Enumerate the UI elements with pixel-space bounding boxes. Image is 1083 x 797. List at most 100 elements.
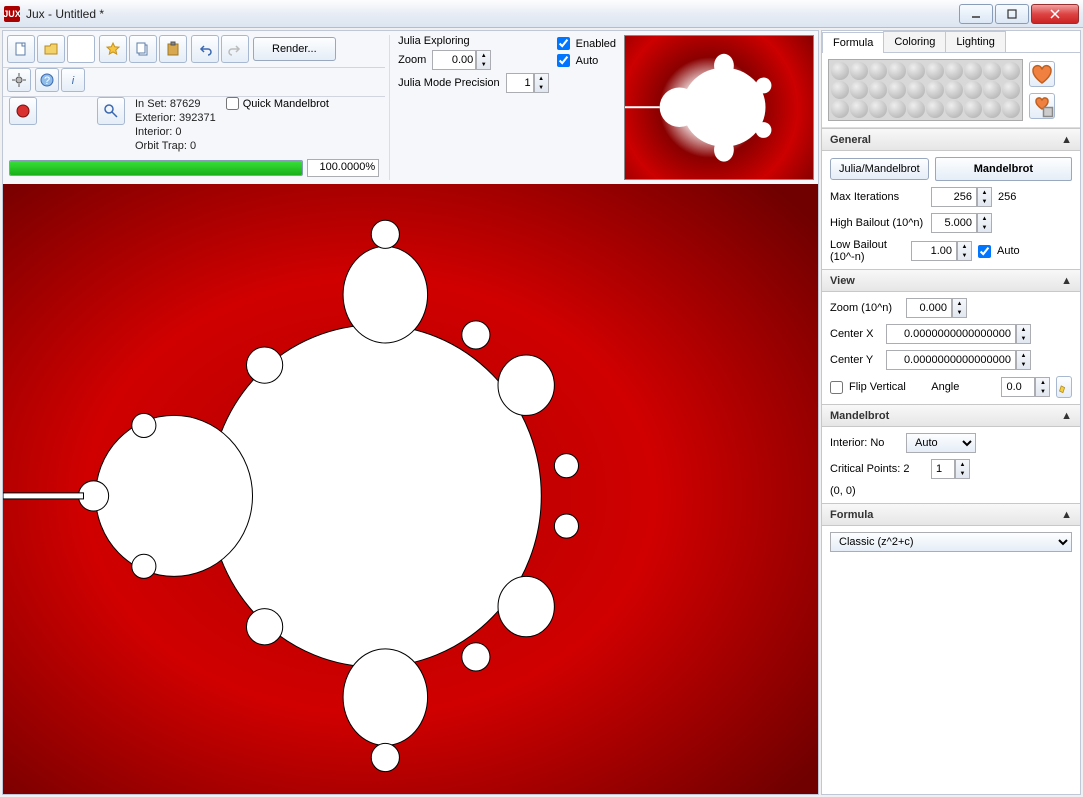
redo-icon[interactable] [221, 35, 249, 63]
julia-mandelbrot-button[interactable]: Julia/Mandelbrot [830, 158, 929, 180]
maximize-button[interactable] [995, 4, 1029, 24]
preset-cell[interactable] [983, 81, 1001, 99]
preset-cell[interactable] [926, 81, 944, 99]
close-button[interactable] [1031, 4, 1079, 24]
preset-cell[interactable] [926, 62, 944, 80]
render-stats: In Set: 87629 Exterior: 392371 Interior:… [135, 97, 216, 153]
max-iter-input[interactable] [931, 187, 977, 207]
preset-cell[interactable] [964, 81, 982, 99]
highlighter-icon[interactable] [1056, 376, 1072, 398]
julia-zoom-input[interactable] [432, 50, 476, 70]
preset-cell[interactable] [888, 62, 906, 80]
julia-auto-checkbox[interactable] [557, 54, 570, 67]
open-file-icon[interactable] [37, 35, 65, 63]
julia-precision-label: Julia Mode Precision [398, 77, 500, 89]
preset-cell[interactable] [964, 100, 982, 118]
info-icon[interactable]: i [61, 68, 85, 92]
angle-spinner[interactable]: ▲▼ [1035, 377, 1050, 397]
preset-cell[interactable] [888, 81, 906, 99]
angle-input[interactable] [1001, 377, 1035, 397]
preview-thumbnail[interactable] [624, 35, 814, 180]
preset-cell[interactable] [907, 100, 925, 118]
preset-cell[interactable] [869, 100, 887, 118]
quick-mandelbrot-checkbox[interactable] [226, 97, 239, 110]
julia-precision-input[interactable] [506, 73, 534, 93]
zoom-icon[interactable] [97, 97, 125, 125]
render-button[interactable]: Render... [253, 37, 336, 61]
gear-icon[interactable] [7, 68, 31, 92]
high-bailout-spinner[interactable]: ▲▼ [977, 213, 992, 233]
heart-icon[interactable] [1029, 61, 1055, 87]
render-canvas[interactable] [3, 184, 818, 794]
interior-select[interactable]: Auto [906, 433, 976, 453]
tab-lighting[interactable]: Lighting [945, 31, 1006, 52]
heart-save-icon[interactable] [1029, 93, 1055, 119]
mode-display[interactable]: Mandelbrot [935, 157, 1072, 181]
view-zoom-spinner[interactable]: ▲▼ [952, 298, 967, 318]
preset-cell[interactable] [850, 81, 868, 99]
preset-cell[interactable] [1002, 100, 1020, 118]
center-y-input[interactable] [886, 350, 1016, 370]
low-bailout-spinner[interactable]: ▲▼ [957, 241, 972, 261]
preset-cell[interactable] [945, 100, 963, 118]
preset-cell[interactable] [945, 62, 963, 80]
preset-cell[interactable] [850, 100, 868, 118]
preset-cell[interactable] [907, 62, 925, 80]
view-zoom-input[interactable] [906, 298, 952, 318]
collapse-icon[interactable]: ▲ [1061, 134, 1072, 146]
max-iter-label: Max Iterations [830, 191, 925, 203]
max-iter-spinner[interactable]: ▲▼ [977, 187, 992, 207]
preset-cell[interactable] [926, 100, 944, 118]
preset-cell[interactable] [983, 100, 1001, 118]
preset-cell[interactable] [831, 100, 849, 118]
preset-cell[interactable] [1002, 81, 1020, 99]
copy-icon[interactable] [129, 35, 157, 63]
preset-cell[interactable] [831, 62, 849, 80]
undo-icon[interactable] [191, 35, 219, 63]
preset-cell[interactable] [945, 81, 963, 99]
collapse-icon[interactable]: ▲ [1061, 509, 1072, 521]
favorite-icon[interactable] [99, 35, 127, 63]
center-x-spinner[interactable]: ▲▼ [1016, 324, 1031, 344]
julia-title: Julia Exploring [398, 35, 549, 47]
view-zoom-label: Zoom (10^n) [830, 302, 900, 314]
stop-icon[interactable] [9, 97, 37, 125]
blank-icon[interactable] [67, 35, 95, 63]
julia-zoom-spinner[interactable]: ▲▼ [476, 50, 491, 70]
formula-select[interactable]: Classic (z^2+c) [830, 532, 1072, 552]
critical-points-input[interactable] [931, 459, 955, 479]
preset-grid[interactable] [828, 59, 1023, 121]
tab-formula[interactable]: Formula [822, 32, 884, 53]
center-y-spinner[interactable]: ▲▼ [1016, 350, 1031, 370]
section-title: Formula [830, 509, 873, 521]
progress-bar [9, 160, 303, 176]
preset-cell[interactable] [888, 100, 906, 118]
low-bailout-input[interactable] [911, 241, 957, 261]
center-x-input[interactable] [886, 324, 1016, 344]
low-bailout-auto-checkbox[interactable] [978, 245, 991, 258]
collapse-icon[interactable]: ▲ [1061, 275, 1072, 287]
preset-cell[interactable] [831, 81, 849, 99]
high-bailout-input[interactable] [931, 213, 977, 233]
preset-cell[interactable] [1002, 62, 1020, 80]
preset-cell[interactable] [983, 62, 1001, 80]
low-bailout-auto-label: Auto [997, 245, 1072, 257]
critical-points-spinner[interactable]: ▲▼ [955, 459, 970, 479]
julia-precision-spinner[interactable]: ▲▼ [534, 73, 549, 93]
app-icon: JUX [4, 6, 20, 22]
quick-mandelbrot-label: Quick Mandelbrot [243, 98, 329, 110]
flip-vertical-checkbox[interactable] [830, 381, 843, 394]
paste-icon[interactable] [159, 35, 187, 63]
preset-cell[interactable] [964, 62, 982, 80]
julia-enabled-checkbox[interactable] [557, 37, 570, 50]
help-icon[interactable]: ? [35, 68, 59, 92]
preset-cell[interactable] [850, 62, 868, 80]
collapse-icon[interactable]: ▲ [1061, 410, 1072, 422]
preset-cell[interactable] [869, 62, 887, 80]
new-file-icon[interactable] [7, 35, 35, 63]
preset-cell[interactable] [907, 81, 925, 99]
preset-cell[interactable] [869, 81, 887, 99]
tab-coloring[interactable]: Coloring [883, 31, 946, 52]
interior-label: Interior: No [830, 437, 900, 449]
minimize-button[interactable] [959, 4, 993, 24]
